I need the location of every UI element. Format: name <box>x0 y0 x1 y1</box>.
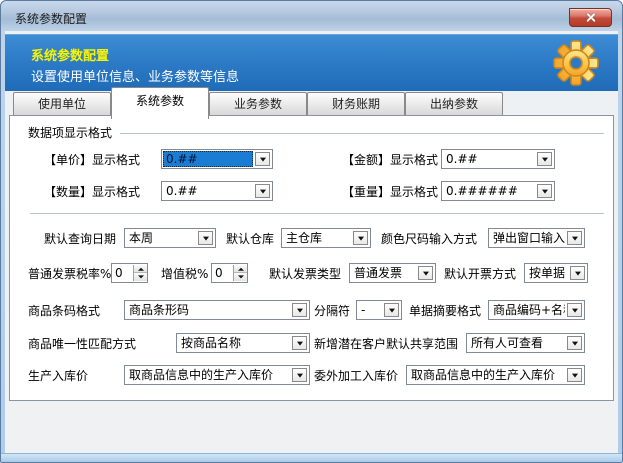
chevron-down-icon[interactable] <box>567 231 582 245</box>
amount-format-label: 【金额】显示格式 <box>342 150 438 170</box>
chevron-down-icon[interactable] <box>418 266 433 280</box>
spin-up-icon[interactable] <box>134 265 147 273</box>
chevron-down-icon[interactable] <box>198 231 213 245</box>
color-size-input-value: 弹出窗口输入 <box>490 230 565 246</box>
summary-format-value: 商品编码+名称 <box>490 302 565 318</box>
tab-finance-period[interactable]: 财务账期 <box>307 92 405 116</box>
potential-customer-share-label: 新增潜在客户默认共享范围 <box>314 334 458 354</box>
unit-price-format-label: 【单价】显示格式 <box>44 150 140 170</box>
default-query-date-label: 默认查询日期 <box>44 229 116 249</box>
default-warehouse-value: 主仓库 <box>283 230 351 246</box>
vat-rate-value: 0 <box>215 265 223 281</box>
group-title: 数据项显示格式 <box>28 123 112 143</box>
default-billing-method-label: 默认开票方式 <box>444 264 516 284</box>
spin-down-icon[interactable] <box>234 273 247 281</box>
vat-rate-input[interactable]: 0 <box>211 263 248 283</box>
summary-format-select[interactable]: 商品编码+名称 <box>488 300 585 320</box>
quantity-format-select[interactable]: 0.## <box>161 181 273 201</box>
color-size-input-label: 颜色尺码输入方式 <box>381 229 477 249</box>
close-icon <box>585 12 596 23</box>
production-in-price-select[interactable]: 取商品信息中的生产入库价 <box>124 365 310 385</box>
quantity-format-value: 0.## <box>163 183 253 199</box>
header-banner: 系统参数配置 设置使用单位信息、业务参数等信息 <box>5 34 618 91</box>
vat-rate-label: 增值税% <box>161 264 208 284</box>
dialog-body: 系统参数配置 设置使用单位信息、业务参数等信息 使用单位 <box>5 31 618 453</box>
header-title: 系统参数配置 <box>31 45 109 64</box>
barcode-format-value: 商品条形码 <box>126 302 290 318</box>
production-in-price-value: 取商品信息中的生产入库价 <box>126 367 290 383</box>
default-warehouse-select[interactable]: 主仓库 <box>281 228 371 248</box>
chevron-down-icon[interactable] <box>567 303 582 317</box>
default-invoice-type-value: 普通发票 <box>351 265 416 281</box>
chevron-down-icon[interactable] <box>353 231 368 245</box>
chevron-down-icon[interactable] <box>255 184 270 198</box>
chevron-down-icon[interactable] <box>537 184 552 198</box>
window-title: 系统参数配置 <box>15 10 87 27</box>
outsourcing-in-price-label: 委外加工入库价 <box>314 366 398 386</box>
system-parameter-dialog: 系统参数配置 系统参数配置 设置使用单位信息、业务参数等信息 <box>0 0 623 463</box>
tab-usage-unit[interactable]: 使用单位 <box>13 92 111 116</box>
outsourcing-in-price-value: 取商品信息中的生产入库价 <box>408 367 565 383</box>
tab-system-params[interactable]: 系统参数 <box>111 87 209 119</box>
normal-invoice-rate-label: 普通发票税率% <box>28 264 111 284</box>
groupbox-top-line <box>120 133 604 134</box>
chevron-down-icon[interactable] <box>292 336 307 350</box>
chevron-down-icon[interactable] <box>537 152 552 166</box>
separator-label: 分隔符 <box>314 301 350 321</box>
chevron-down-icon[interactable] <box>567 336 582 350</box>
default-billing-method-value: 按单据 <box>526 265 568 281</box>
outsourcing-in-price-select[interactable]: 取商品信息中的生产入库价 <box>406 365 585 385</box>
uniqueness-match-value: 按商品名称 <box>178 335 290 351</box>
separator-value: - <box>358 302 382 318</box>
color-size-input-select[interactable]: 弹出窗口输入 <box>488 228 585 248</box>
unit-price-format-value: 0.## <box>163 151 253 167</box>
normal-invoice-rate-input[interactable]: 0 <box>111 263 148 283</box>
chevron-down-icon[interactable] <box>255 152 270 166</box>
unit-price-format-select[interactable]: 0.## <box>161 149 273 169</box>
close-button[interactable] <box>569 8 612 27</box>
tab-panel-system-params: 数据项显示格式 【单价】显示格式 0.## 【金额】显示格式 0.## 【数量】… <box>9 115 614 401</box>
chevron-down-icon[interactable] <box>292 303 307 317</box>
default-warehouse-label: 默认仓库 <box>226 229 274 249</box>
barcode-format-label: 商品条码格式 <box>28 301 100 321</box>
default-invoice-type-select[interactable]: 普通发票 <box>349 263 436 283</box>
separator-select[interactable]: - <box>356 300 402 320</box>
window-frame-bottom <box>1 453 622 462</box>
spin-up-icon[interactable] <box>234 265 247 273</box>
summary-format-label: 单据摘要格式 <box>409 301 481 321</box>
chevron-down-icon[interactable] <box>292 368 307 382</box>
default-billing-method-select[interactable]: 按单据 <box>524 263 588 283</box>
potential-customer-share-value: 所有人可查看 <box>468 335 565 351</box>
potential-customer-share-select[interactable]: 所有人可查看 <box>466 333 585 353</box>
barcode-format-select[interactable]: 商品条形码 <box>124 300 310 320</box>
weight-format-select[interactable]: 0.###### <box>441 181 555 201</box>
tab-cashier-params[interactable]: 出纳参数 <box>405 92 503 116</box>
default-invoice-type-label: 默认发票类型 <box>269 264 341 284</box>
tab-business-params[interactable]: 业务参数 <box>209 92 307 116</box>
quantity-format-label: 【数量】显示格式 <box>44 182 140 202</box>
chevron-down-icon[interactable] <box>567 368 582 382</box>
chevron-down-icon[interactable] <box>384 303 399 317</box>
header-subtitle: 设置使用单位信息、业务参数等信息 <box>31 66 239 85</box>
chevron-down-icon[interactable] <box>570 266 585 280</box>
titlebar[interactable]: 系统参数配置 <box>1 1 622 31</box>
uniqueness-match-label: 商品唯一性匹配方式 <box>28 334 136 354</box>
amount-format-select[interactable]: 0.## <box>441 149 555 169</box>
amount-format-value: 0.## <box>443 151 535 167</box>
groupbox-bottom-line <box>30 213 604 214</box>
production-in-price-label: 生产入库价 <box>28 366 88 386</box>
weight-format-label: 【重量】显示格式 <box>342 182 438 202</box>
weight-format-value: 0.###### <box>443 183 535 199</box>
default-query-date-value: 本周 <box>126 230 196 246</box>
spin-down-icon[interactable] <box>134 273 147 281</box>
uniqueness-match-select[interactable]: 按商品名称 <box>176 333 310 353</box>
default-query-date-select[interactable]: 本周 <box>124 228 216 248</box>
gear-icon <box>550 37 602 89</box>
normal-invoice-rate-value: 0 <box>115 265 123 281</box>
